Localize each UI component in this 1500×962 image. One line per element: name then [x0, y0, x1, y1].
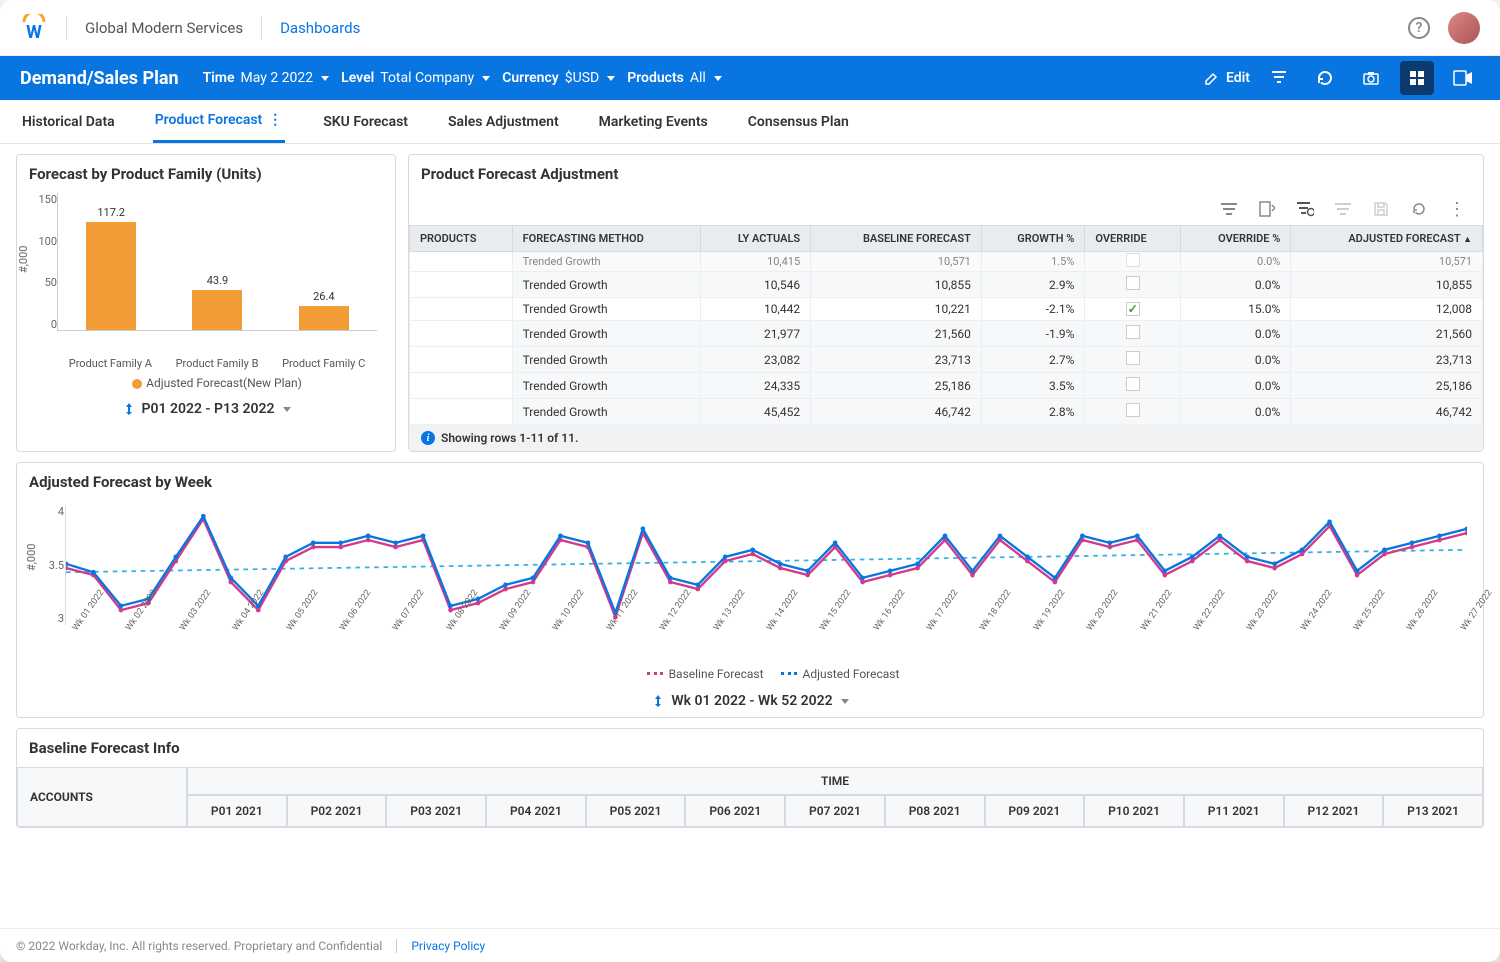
- card-title: Product Forecast Adjustment: [409, 155, 1483, 193]
- line-chart: 43.53: [65, 505, 1467, 625]
- help-icon[interactable]: ?: [1408, 17, 1430, 39]
- baseline-table[interactable]: ACCOUNTS TIME P01 2021P02 2021P03 2021P0…: [17, 767, 1483, 827]
- sort-icon[interactable]: [1219, 199, 1239, 219]
- card-forecast-family: Forecast by Product Family (Units) #,000…: [16, 154, 396, 452]
- camera-icon[interactable]: [1354, 61, 1388, 95]
- card-title: Forecast by Product Family (Units): [17, 155, 395, 193]
- period-header[interactable]: P09 2021: [985, 795, 1085, 827]
- tab-more-icon[interactable]: ⋮: [268, 112, 283, 128]
- period-header[interactable]: P11 2021: [1184, 795, 1284, 827]
- period-header[interactable]: P05 2021: [586, 795, 686, 827]
- user-avatar[interactable]: [1448, 12, 1480, 44]
- filter-currency[interactable]: Currency$USD: [502, 70, 615, 86]
- week-range-selector[interactable]: Wk 01 2022 - Wk 52 2022: [17, 685, 1483, 717]
- info-icon: i: [421, 431, 435, 445]
- bar-legend: Adjusted Forecast(New Plan): [57, 376, 377, 390]
- table-toolbar: ⋮: [409, 193, 1483, 225]
- refresh-icon[interactable]: [1308, 61, 1342, 95]
- period-header[interactable]: P03 2021: [386, 795, 486, 827]
- tab-sales-adjustment[interactable]: Sales Adjustment: [446, 100, 561, 143]
- period-header[interactable]: P10 2021: [1084, 795, 1184, 827]
- period-header[interactable]: P02 2021: [287, 795, 387, 827]
- privacy-link[interactable]: Privacy Policy: [411, 939, 485, 953]
- tab-sku-forecast[interactable]: SKU Forecast: [321, 100, 410, 143]
- card-forecast-adjustment: Product Forecast Adjustment ⋮ PRODUCTSFO…: [408, 154, 1484, 452]
- svg-text:W: W: [26, 22, 42, 42]
- filter-products[interactable]: ProductsAll: [627, 70, 722, 86]
- tab-product-forecast[interactable]: Product Forecast⋮: [153, 100, 286, 143]
- tab-historical-data[interactable]: Historical Data: [20, 100, 117, 143]
- table-status: iShowing rows 1-11 of 11.: [409, 425, 1483, 451]
- period-header[interactable]: P13 2021: [1383, 795, 1483, 827]
- period-header[interactable]: P01 2021: [187, 795, 287, 827]
- card-baseline-info: Baseline Forecast Info ACCOUNTS TIME P01…: [16, 728, 1484, 828]
- page-title: Demand/Sales Plan: [20, 68, 179, 89]
- edit-button[interactable]: Edit: [1204, 70, 1250, 86]
- workday-logo-icon[interactable]: W: [20, 14, 48, 42]
- save-icon[interactable]: [1371, 199, 1391, 219]
- accounts-header: ACCOUNTS: [17, 767, 187, 827]
- adjustment-table[interactable]: PRODUCTSFORECASTING METHODLY ACTUALSBASE…: [409, 225, 1483, 425]
- time-header: TIME: [187, 767, 1483, 795]
- period-range-selector[interactable]: P01 2022 - P13 2022: [17, 393, 395, 425]
- filter-time[interactable]: TimeMay 2 2022: [203, 70, 330, 86]
- period-header[interactable]: P04 2021: [486, 795, 586, 827]
- org-name: Global Modern Services: [85, 19, 243, 37]
- present-icon[interactable]: [1446, 61, 1480, 95]
- card-title: Baseline Forecast Info: [17, 729, 1483, 767]
- copyright: © 2022 Workday, Inc. All rights reserved…: [16, 939, 382, 953]
- period-header[interactable]: P07 2021: [785, 795, 885, 827]
- period-header[interactable]: P06 2021: [685, 795, 785, 827]
- reload-icon[interactable]: [1409, 199, 1429, 219]
- tab-bar: Historical Data Product Forecast⋮ SKU Fo…: [0, 100, 1500, 144]
- table-config-icon[interactable]: [1257, 199, 1277, 219]
- filter-level[interactable]: LevelTotal Company: [341, 70, 490, 86]
- filter-icon[interactable]: [1262, 61, 1296, 95]
- period-header[interactable]: P12 2021: [1284, 795, 1384, 827]
- filter-disabled-icon: [1333, 199, 1353, 219]
- more-icon[interactable]: ⋮: [1447, 199, 1467, 219]
- line-legend: Baseline Forecast Adjusted Forecast: [65, 667, 1467, 681]
- bar-chart: 150100500 117.243.926.4: [57, 193, 377, 353]
- dashboards-link[interactable]: Dashboards: [280, 19, 360, 37]
- period-header[interactable]: P08 2021: [885, 795, 985, 827]
- card-weekly-forecast: Adjusted Forecast by Week #,000 43.53 Wk…: [16, 462, 1484, 718]
- topbar: W Global Modern Services Dashboards ?: [0, 0, 1500, 56]
- footer: © 2022 Workday, Inc. All rights reserved…: [0, 928, 1500, 962]
- filter-settings-icon[interactable]: [1295, 199, 1315, 219]
- grid-view-icon[interactable]: [1400, 61, 1434, 95]
- page-toolbar: Demand/Sales Plan TimeMay 2 2022 LevelTo…: [0, 56, 1500, 100]
- card-title: Adjusted Forecast by Week: [17, 463, 1483, 501]
- tab-marketing-events[interactable]: Marketing Events: [597, 100, 710, 143]
- tab-consensus-plan[interactable]: Consensus Plan: [746, 100, 851, 143]
